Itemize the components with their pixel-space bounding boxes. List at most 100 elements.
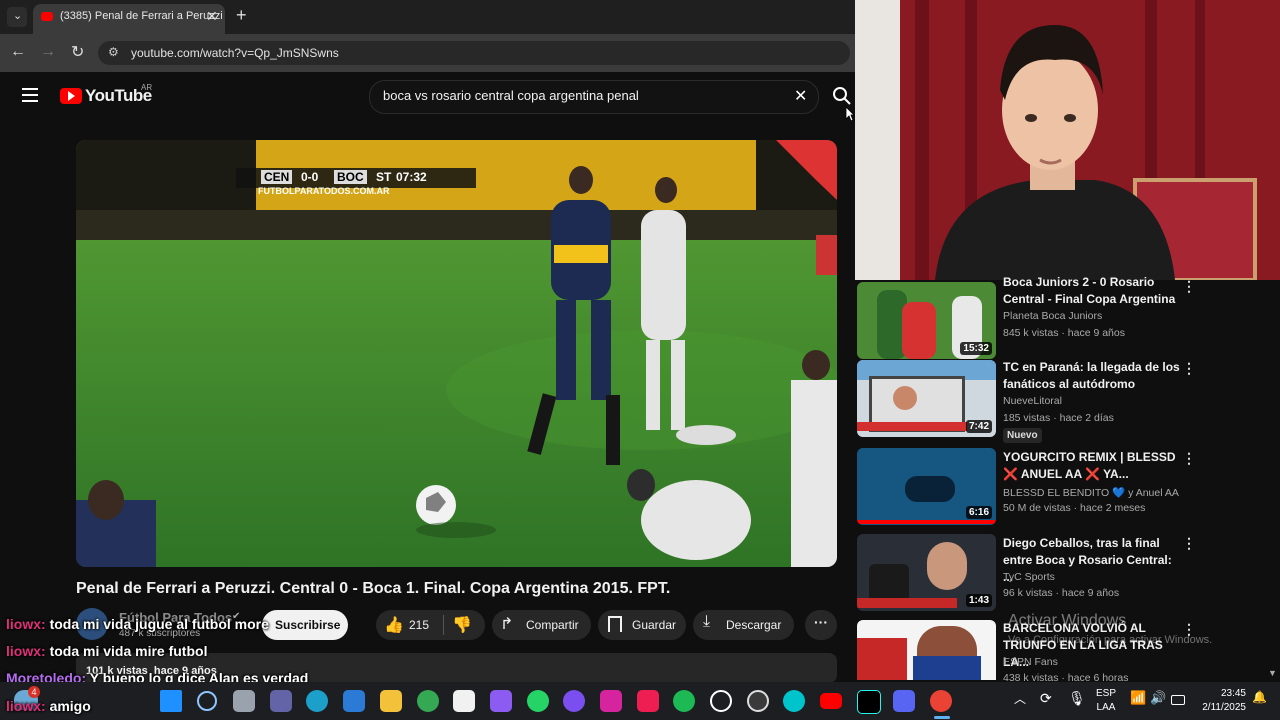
spotify-icon[interactable] [673,690,695,712]
canva-icon[interactable] [783,690,805,712]
copilot-icon[interactable] [490,690,512,712]
chat-text: toda mi vida mire futbol [49,643,208,659]
chat-text: toda mi vida jugue al futbol more [49,616,269,632]
channel-name[interactable]: ESPN Fans [1003,656,1058,668]
pill-divider [443,615,444,635]
bookmark-icon [608,616,622,632]
chat-user: liowx: [6,616,46,632]
new-tab-button[interactable]: + [236,5,247,26]
dislike-button[interactable]: 👎 [452,615,472,635]
channel-name[interactable]: BLESSD EL BENDITO 💙 y Anuel AA [1003,486,1179,499]
volume-icon[interactable]: 🔊 [1150,690,1166,706]
file-explorer-icon[interactable] [380,690,402,712]
instagram-icon[interactable] [600,690,622,712]
channel-name[interactable]: NueveLitoral [1003,395,1062,407]
notification-badge: 4 [28,686,40,698]
chatgpt-icon[interactable] [710,690,732,712]
clock-date[interactable]: 2/11/2025 [1190,702,1246,713]
scrollbar-arrow-icon[interactable]: ▼ [1268,668,1277,678]
chat-message: liowx: amigo [6,698,91,714]
channel-name[interactable]: Planeta Boca Juniors [1003,310,1102,322]
tab-list-button[interactable]: ⌄ [7,7,27,27]
video-meta: 438 k vistas · hace 6 horas [1003,672,1129,682]
video-duration: 6:16 [965,506,992,519]
save-label: Guardar [632,618,677,632]
more-options-icon[interactable]: ⋮ [1182,535,1196,552]
video-meta: 96 k vistas · hace 9 años [1003,587,1120,599]
video-thumbnail[interactable]: 1:43 [857,534,996,611]
start-icon[interactable] [160,690,182,712]
youtube-logo[interactable] [60,88,82,104]
channel-name[interactable]: TyC Sports [1003,571,1055,583]
download-icon: ⤓ [703,613,711,630]
video-thumbnail[interactable]: 7:42 [857,360,996,437]
video-thumbnail[interactable] [857,620,996,680]
app-icon[interactable] [563,690,585,712]
clock-time[interactable]: 23:45 [1196,688,1246,699]
video-title-link[interactable]: YOGURCITO REMIX | BLESSD ❌ ANUEL AA ❌ YA… [1003,449,1181,483]
youtube-favicon [41,12,53,21]
video-duration: 15:32 [960,342,992,355]
region-label: AR [141,83,153,92]
video-title-link[interactable]: Boca Juniors 2 - 0 Rosario Central - Fin… [1003,274,1181,308]
active-app-indicator [934,716,950,719]
discord-icon[interactable] [893,690,915,712]
menu-icon[interactable] [22,88,38,102]
clear-search-icon[interactable]: ✕ [794,86,807,106]
more-options-icon[interactable]: ⋮ [1182,278,1196,295]
webcam-frame [855,0,1280,280]
like-button[interactable]: 👍 [384,615,404,635]
tray-chevron-icon[interactable]: ︿ [1014,690,1026,707]
whatsapp-icon[interactable] [527,690,549,712]
play-icon [68,91,75,101]
chrome-icon[interactable] [417,690,439,712]
mouse-cursor-icon [845,106,855,122]
video-thumbnail[interactable]: 15:32 [857,282,996,359]
more-options-icon[interactable]: ⋮ [1182,360,1196,377]
activation-watermark-title: Activar Windows [1008,612,1127,629]
search-icon[interactable] [197,691,217,711]
sync-icon[interactable]: ⟳ [1040,690,1052,707]
tiktok-app-icon[interactable] [857,690,881,714]
search-icon[interactable] [832,86,852,106]
chat-user: liowx: [6,643,46,659]
tiktok-icon[interactable] [637,690,659,712]
language-indicator[interactable]: ESP [1094,688,1118,699]
video-title: Penal de Ferrari a Peruzzi. Central 0 - … [76,580,671,597]
video-thumbnail[interactable]: 6:16 [857,448,996,525]
url-text[interactable]: youtube.com/watch?v=Qp_JmSNSwns [131,46,339,60]
video-frame [76,140,837,567]
scoreboard-team1: CEN [261,170,293,184]
chat-message: liowx: toda mi vida mire futbol [6,643,207,659]
subscribe-button[interactable]: Suscribirse [262,610,348,640]
like-count: 215 [409,618,430,632]
reload-button[interactable]: ↻ [71,42,84,62]
notification-center-icon[interactable]: 🔔 [1252,690,1267,704]
battery-icon[interactable] [1171,695,1185,705]
close-tab-icon[interactable]: ✕ [206,8,218,25]
teams-icon[interactable] [270,690,292,712]
scoreboard-team2: BOC [334,170,367,184]
microphone-icon[interactable]: 🎙 [1068,690,1086,707]
new-badge: Nuevo [1003,428,1042,443]
video-meta: 845 k vistas · hace 9 años [1003,327,1125,339]
capcut-icon[interactable] [453,690,475,712]
youtube-icon[interactable] [820,693,842,709]
back-button[interactable]: ← [10,43,26,61]
keyboard-layout-indicator[interactable]: LAA [1094,702,1118,713]
task-view-icon[interactable] [233,690,255,712]
chat-text: amigo [49,698,91,714]
edge-icon[interactable] [306,690,328,712]
download-label: Descargar [726,618,782,632]
more-options-icon[interactable]: ⋮ [1182,450,1196,467]
wifi-icon[interactable]: 📶 [1130,690,1146,706]
search-query[interactable]: boca vs rosario central copa argentina p… [383,88,639,103]
chrome-active-icon[interactable] [930,690,952,712]
store-icon[interactable] [343,690,365,712]
video-player[interactable]: CEN 0-0 BOC ST 07:32 FUTBOLPARATODOS.COM… [76,140,837,567]
video-title-link[interactable]: TC en Paraná: la llegada de los fanático… [1003,359,1181,393]
obs-icon[interactable] [747,690,769,712]
forward-button[interactable]: → [40,43,56,61]
site-info-icon[interactable]: ⚙ [108,45,119,59]
broadcast-watermark: FUTBOLPARATODOS.COM.AR [258,186,390,196]
